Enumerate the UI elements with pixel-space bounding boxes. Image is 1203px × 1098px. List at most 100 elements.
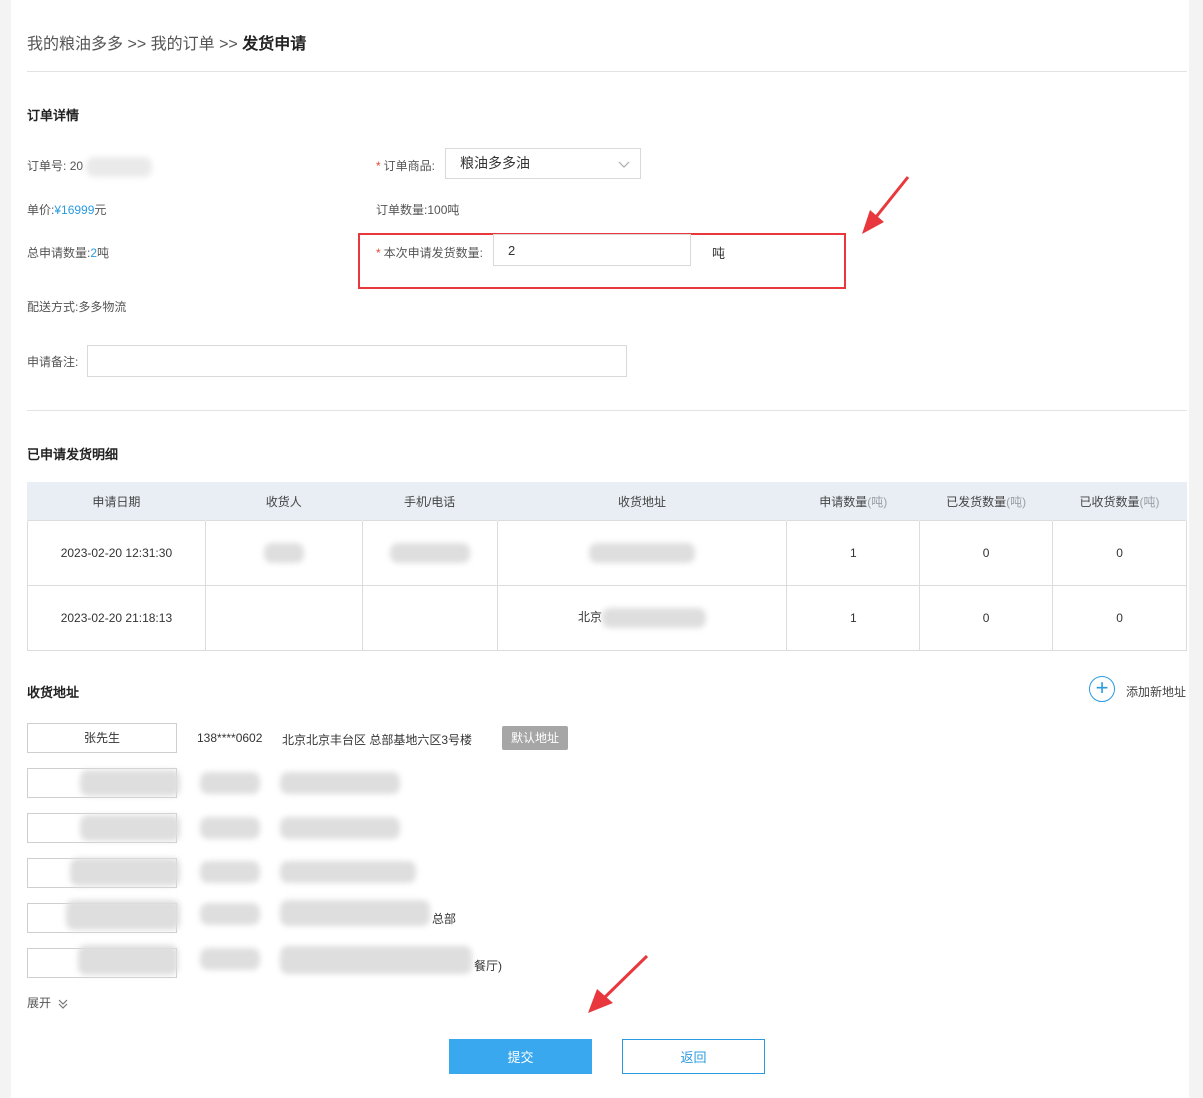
cell-date: 2023-02-20 12:31:30 [27,520,206,586]
order-number-label: 订单号: [27,159,67,174]
redacted-blur [588,543,695,563]
cell-shipped-qty: 0 [919,585,1054,651]
required-mark: * [376,159,381,173]
cell-phone [361,520,498,586]
redacted-blur [200,903,260,925]
add-address-link[interactable]: 添加新地址 [1126,683,1186,700]
breadcrumb-separator: >> [219,36,238,53]
column-header: 已发货数量(吨) [919,482,1054,521]
page-right-margin [1189,0,1203,1098]
unit-price-value: ¥16999 [54,203,95,217]
add-icon[interactable]: + [1089,676,1115,702]
cell-date: 2023-02-20 21:18:13 [27,585,206,651]
redacted-blur [70,858,180,886]
column-header: 申请数量(吨) [786,482,921,521]
column-header: 收货人 [204,482,363,521]
address-text: 餐厅) [474,959,502,973]
table-header-row: 申请日期 收货人 手机/电话 收货地址 申请数量(吨) 已发货数量(吨) 已收货… [27,482,1187,521]
redacted-blur [280,946,472,974]
cell-apply-qty: 1 [786,520,921,586]
redacted-blur [200,772,260,794]
redacted-blur [263,543,304,563]
redacted-blur [389,543,470,563]
page-left-margin [0,0,11,1098]
address-name-box[interactable]: 张先生 [27,723,177,753]
submit-button[interactable]: 提交 [449,1039,592,1074]
cell-apply-qty: 1 [786,585,921,651]
unit-price-unit: 元 [94,203,107,217]
total-apply-unit: 吨 [97,246,110,260]
table-row: 2023-02-20 12:31:30 1 0 0 [27,520,1187,586]
remark-input[interactable] [87,345,627,377]
total-apply-quantity: 总申请数量:2吨 [27,244,109,261]
expand-label: 展开 [27,996,52,1010]
remark-label: 申请备注: [27,355,79,369]
cell-receiver [204,585,363,651]
cell-address: 北京 [496,585,788,651]
redacted-blur [66,900,180,930]
table-row: 2023-02-20 21:18:13 北京 1 0 0 [27,585,1187,651]
redacted-blur [200,948,260,970]
cell-shipped-qty: 0 [919,520,1054,586]
redacted-blur [280,900,430,926]
double-chevron-down-icon [58,999,68,1009]
delivery-method-value: 多多物流 [78,300,127,314]
order-quantity: 订单数量:100吨 [376,201,459,218]
redacted-blur [78,945,178,975]
redacted-blur [86,157,153,177]
redacted-blur [280,817,400,839]
cell-phone [361,585,498,651]
address-text: 北京北京丰台区 总部基地六区3号楼 [282,733,473,747]
order-detail-title: 订单详情 [27,108,80,123]
column-header: 已收货数量(吨) [1052,482,1187,521]
required-mark: * [376,246,381,260]
product-label-text: 订单商品: [383,159,436,173]
redacted-blur [200,817,260,839]
shipment-detail-title: 已申请发货明细 [27,447,119,462]
total-apply-label: 总申请数量: [27,246,91,260]
shipment-table: 申请日期 收货人 手机/电话 收货地址 申请数量(吨) 已发货数量(吨) 已收货… [27,482,1187,651]
divider [27,410,1187,411]
redacted-blur [80,770,180,796]
breadcrumb-current: 发货申请 [242,36,307,53]
cell-received-qty: 0 [1052,585,1187,651]
expand-toggle[interactable]: 展开 [27,994,69,1011]
order-number-value: 20 [69,159,84,174]
breadcrumb-orders[interactable]: 我的订单 [151,36,215,53]
column-header: 收货地址 [496,482,788,521]
breadcrumb-separator: >> [127,36,147,53]
apply-quantity-input[interactable] [493,234,691,266]
chevron-down-icon [618,161,630,168]
column-header: 申请日期 [27,482,206,521]
address-phone: 138****0602 [197,731,263,745]
redacted-blur [280,861,416,883]
product-label: * 订单商品: [376,157,435,174]
back-button[interactable]: 返回 [622,1039,765,1074]
redacted-blur [80,815,180,841]
annotation-arrow-icon [588,954,649,1013]
redacted-blur [280,772,400,794]
breadcrumb: 我的粮油多多 >> 我的订单 >> 发货申请 [27,30,306,54]
unit-price-label: 单价: [27,203,55,217]
address-section-title: 收货地址 [27,685,80,700]
unit-price: 单价:¥16999元 [27,201,106,218]
delivery-method-label: 配送方式: [27,300,79,314]
product-select-value: 粮油多多油 [460,155,530,171]
divider [27,71,1187,72]
breadcrumb-home[interactable]: 我的粮油多多 [27,36,123,53]
address-text: 总部 [432,912,457,926]
product-select[interactable]: 粮油多多油 [445,148,641,179]
order-quantity-value: 100吨 [427,203,460,217]
cell-received-qty: 0 [1052,520,1187,586]
order-number: 订单号: 20 [27,157,153,177]
cell-receiver [204,520,363,586]
this-apply-label-text: 本次申请发货数量: [383,246,484,260]
this-apply-unit: 吨 [712,246,726,261]
delivery-method: 配送方式:多多物流 [27,298,126,315]
cell-address [496,520,788,586]
annotation-arrow-icon [862,176,910,234]
this-apply-label: * 本次申请发货数量: [376,244,483,261]
default-address-badge: 默认地址 [502,726,569,750]
column-header: 手机/电话 [361,482,498,521]
redacted-blur [200,861,260,883]
